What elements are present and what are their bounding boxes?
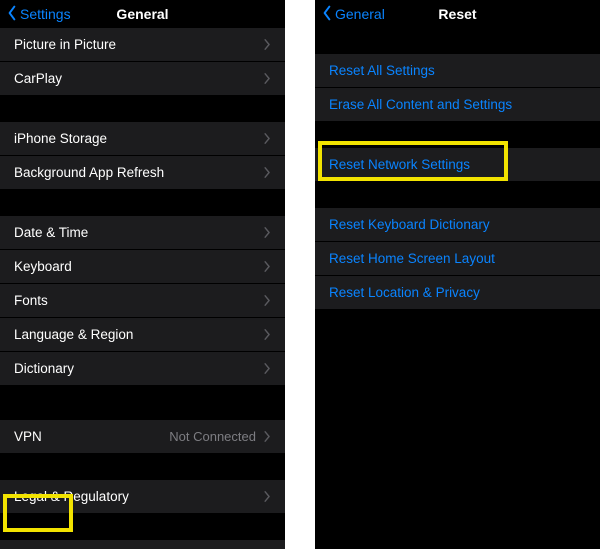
- row-label: Language & Region: [14, 327, 264, 342]
- row-reset-location-privacy[interactable]: Reset Location & Privacy: [315, 276, 600, 310]
- row-legal-regulatory[interactable]: Legal & Regulatory: [0, 480, 285, 514]
- chevron-right-icon: [264, 227, 271, 238]
- row-label: Reset Home Screen Layout: [329, 251, 586, 266]
- page-title: General: [116, 6, 168, 22]
- page-title: Reset: [438, 6, 476, 22]
- back-button[interactable]: Settings: [6, 5, 71, 24]
- row-iphone-storage[interactable]: iPhone Storage: [0, 122, 285, 156]
- chevron-right-icon: [264, 167, 271, 178]
- group-separator: [315, 182, 600, 208]
- row-label: Picture in Picture: [14, 37, 264, 52]
- row-vpn[interactable]: VPN Not Connected: [0, 420, 285, 454]
- chevron-right-icon: [264, 133, 271, 144]
- row-label: Reset Location & Privacy: [329, 285, 586, 300]
- group-separator: [0, 454, 285, 480]
- row-label: CarPlay: [14, 71, 264, 86]
- row-label: Reset Keyboard Dictionary: [329, 217, 586, 232]
- row-label: Erase All Content and Settings: [329, 97, 586, 112]
- row-label: Reset Network Settings: [329, 157, 586, 172]
- row-label: Fonts: [14, 293, 264, 308]
- group-separator: [0, 386, 285, 420]
- row-picture-in-picture[interactable]: Picture in Picture: [0, 28, 285, 62]
- row-keyboard[interactable]: Keyboard: [0, 250, 285, 284]
- chevron-left-icon: [6, 5, 18, 24]
- row-label: iPhone Storage: [14, 131, 264, 146]
- row-erase-all-content[interactable]: Erase All Content and Settings: [315, 88, 600, 122]
- chevron-right-icon: [264, 295, 271, 306]
- chevron-right-icon: [264, 363, 271, 374]
- navigation-bar: General Reset: [315, 0, 600, 28]
- row-language-region[interactable]: Language & Region: [0, 318, 285, 352]
- row-background-app-refresh[interactable]: Background App Refresh: [0, 156, 285, 190]
- row-label: VPN: [14, 429, 169, 444]
- chevron-right-icon: [264, 491, 271, 502]
- row-label: Background App Refresh: [14, 165, 264, 180]
- reset-settings-screen: General Reset Reset All Settings Erase A…: [315, 0, 600, 549]
- row-label: Reset All Settings: [329, 63, 586, 78]
- group-separator: [315, 28, 600, 54]
- chevron-right-icon: [264, 261, 271, 272]
- group-separator: [0, 190, 285, 216]
- row-carplay[interactable]: CarPlay: [0, 62, 285, 96]
- row-label: Dictionary: [14, 361, 264, 376]
- back-label: General: [335, 6, 385, 22]
- general-settings-screen: Settings General Picture in Picture CarP…: [0, 0, 285, 549]
- row-reset-all-settings[interactable]: Reset All Settings: [315, 54, 600, 88]
- back-label: Settings: [20, 6, 71, 22]
- chevron-right-icon: [264, 431, 271, 442]
- row-dictionary[interactable]: Dictionary: [0, 352, 285, 386]
- row-reset-keyboard-dictionary[interactable]: Reset Keyboard Dictionary: [315, 208, 600, 242]
- row-label: Keyboard: [14, 259, 264, 274]
- row-date-time[interactable]: Date & Time: [0, 216, 285, 250]
- chevron-right-icon: [264, 73, 271, 84]
- group-separator: [0, 514, 285, 540]
- chevron-left-icon: [321, 5, 333, 24]
- row-label: Date & Time: [14, 225, 264, 240]
- navigation-bar: Settings General: [0, 0, 285, 28]
- group-separator: [0, 96, 285, 122]
- row-reset-home-screen-layout[interactable]: Reset Home Screen Layout: [315, 242, 600, 276]
- group-separator: [315, 122, 600, 148]
- row-value: Not Connected: [169, 429, 256, 444]
- row-reset-network-settings[interactable]: Reset Network Settings: [315, 148, 600, 182]
- row-reset[interactable]: Reset: [0, 540, 285, 549]
- row-label: Legal & Regulatory: [14, 489, 264, 504]
- chevron-right-icon: [264, 329, 271, 340]
- chevron-right-icon: [264, 39, 271, 50]
- row-fonts[interactable]: Fonts: [0, 284, 285, 318]
- back-button[interactable]: General: [321, 5, 385, 24]
